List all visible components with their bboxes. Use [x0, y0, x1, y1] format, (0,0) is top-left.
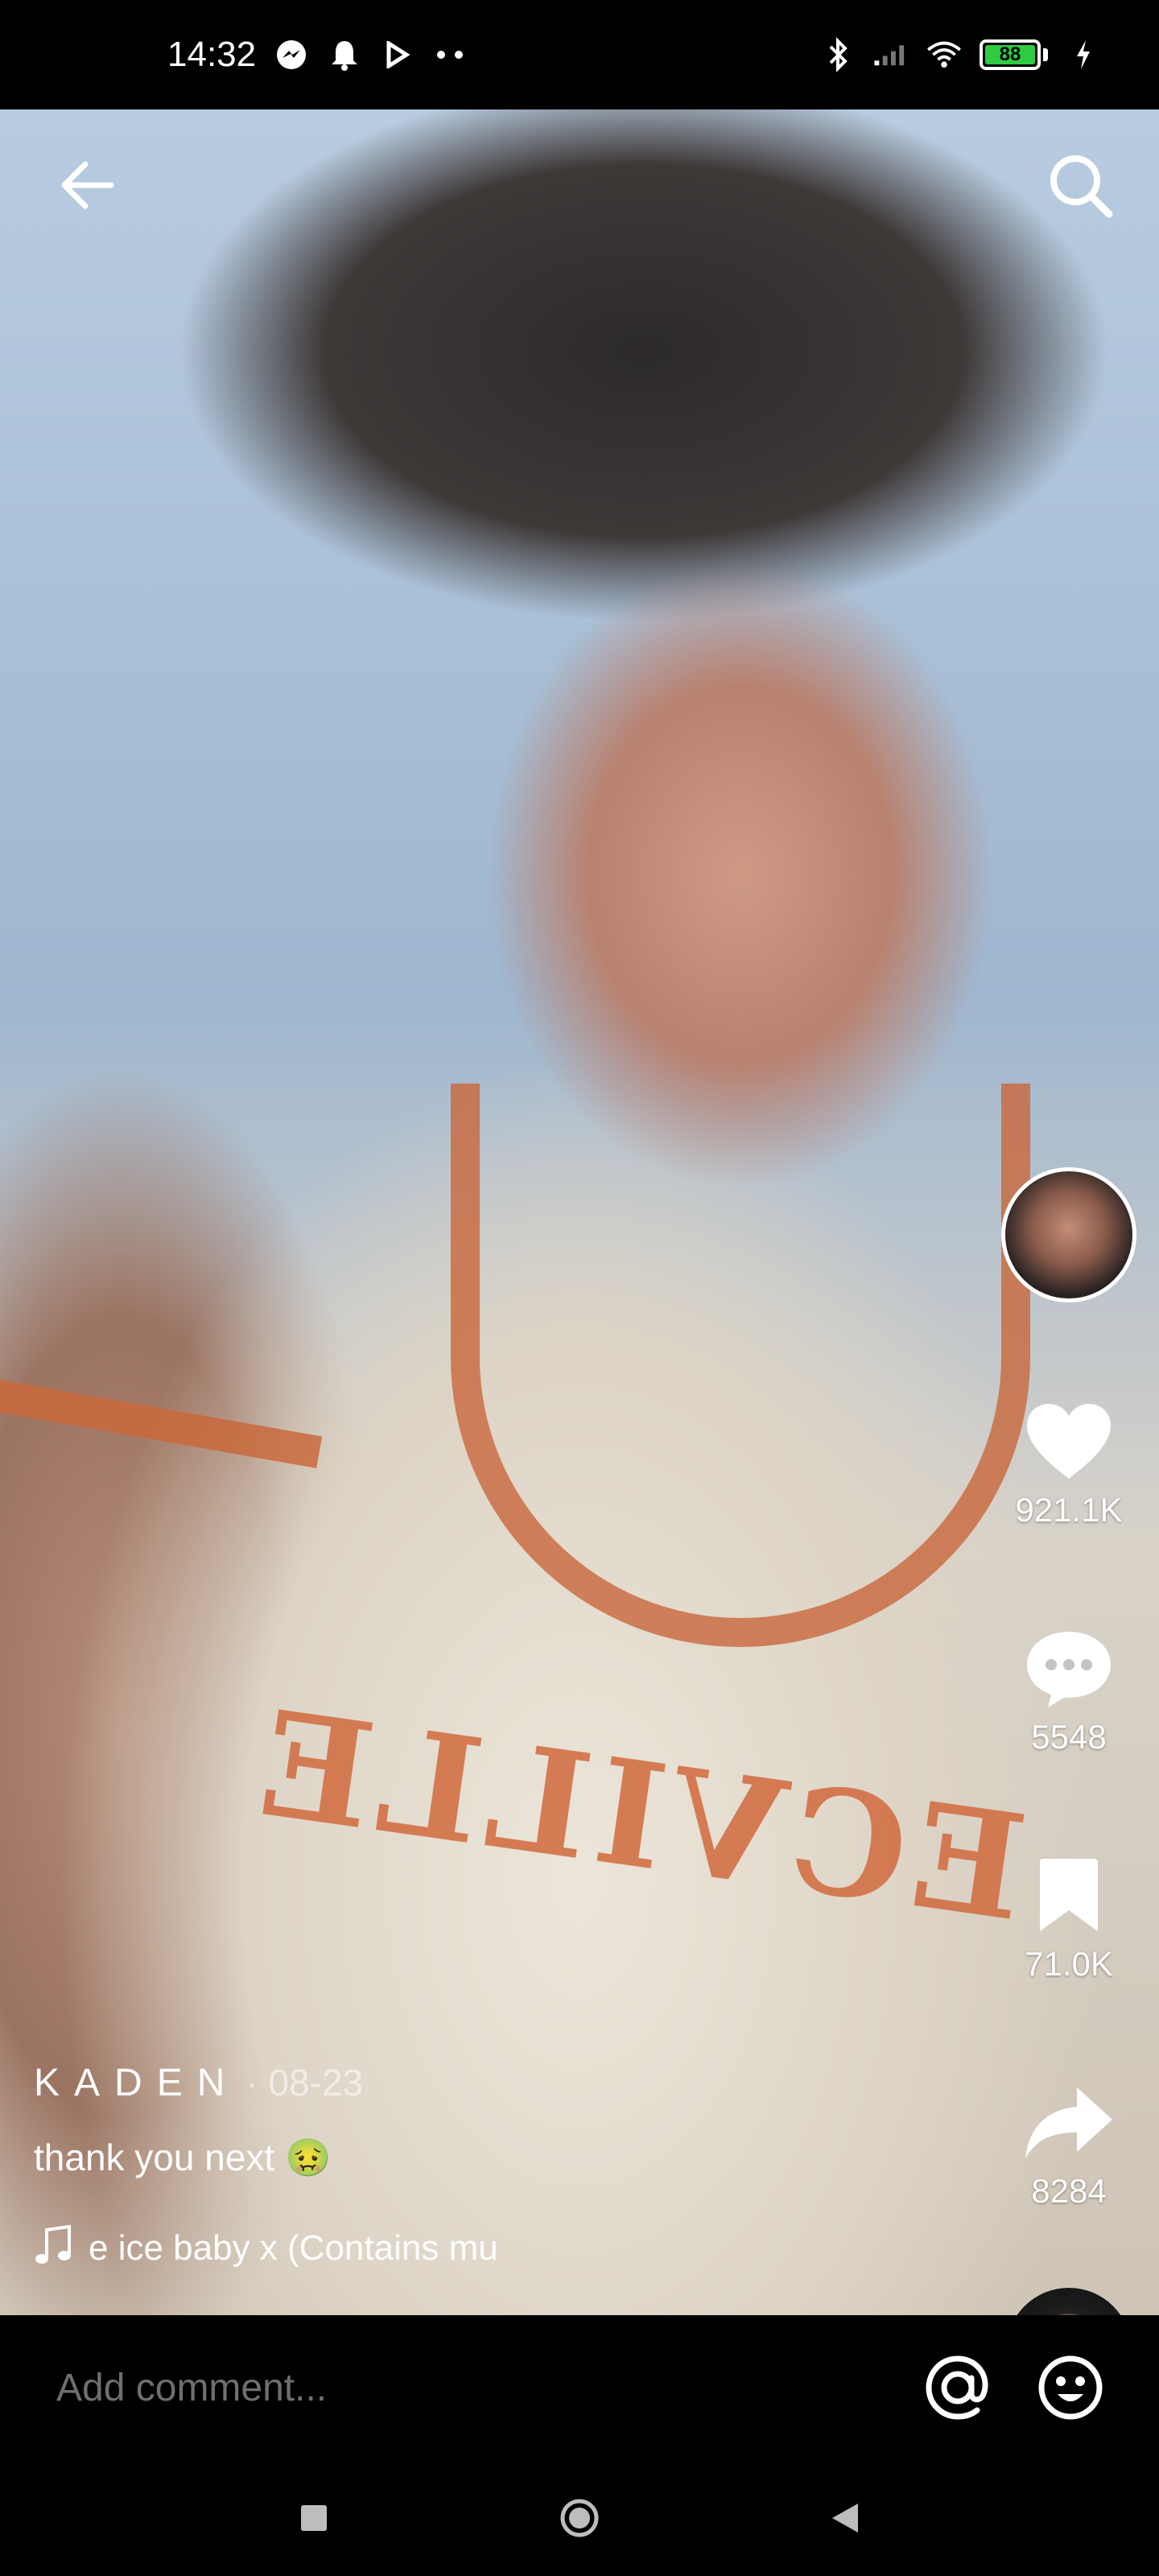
comment-count: 5548	[1031, 1718, 1107, 1756]
charging-icon	[1066, 37, 1101, 72]
bluetooth-icon	[820, 37, 856, 72]
caption-area: KADEN · 08-23 thank you next 🤢 e ice bab…	[34, 2061, 951, 2271]
bell-icon	[327, 37, 362, 72]
signal-icon	[873, 37, 909, 72]
bookmark-icon	[1019, 1852, 1119, 1940]
status-left: 14:32	[167, 35, 468, 75]
recents-button[interactable]	[282, 2486, 346, 2550]
save-count: 71.0K	[1025, 1945, 1113, 1983]
music-title: e ice baby x (Contains mu	[89, 2227, 498, 2268]
share-action[interactable]: 8284	[1019, 2079, 1119, 2211]
wifi-icon	[926, 37, 962, 72]
emoji-button[interactable]	[1033, 2351, 1107, 2425]
messenger-icon	[274, 37, 309, 72]
heart-icon	[1019, 1397, 1119, 1486]
battery-level: 88	[985, 43, 1035, 65]
at-sign-icon	[926, 2355, 988, 2420]
comment-action[interactable]: 5548	[1019, 1624, 1119, 1757]
more-dots-icon	[433, 37, 468, 72]
comment-bar	[0, 2315, 1159, 2460]
play-icon	[380, 37, 415, 72]
shirt-collar	[451, 1084, 1030, 1647]
post-date: · 08-23	[245, 2062, 364, 2103]
battery-icon: 88	[980, 39, 1048, 70]
back-button[interactable]	[47, 145, 127, 225]
like-count: 921.1K	[1015, 1491, 1123, 1529]
home-button[interactable]	[547, 2486, 612, 2550]
music-note-icon	[34, 2224, 72, 2271]
comment-bubble-icon	[1019, 1624, 1119, 1713]
status-time: 14:32	[167, 35, 257, 74]
system-nav-bar	[0, 2460, 1159, 2576]
mention-button[interactable]	[921, 2351, 995, 2425]
music-row[interactable]: e ice baby x (Contains mu	[34, 2224, 951, 2271]
square-icon	[301, 2505, 327, 2531]
smiley-icon	[1038, 2355, 1103, 2420]
search-button[interactable]	[1040, 145, 1120, 225]
share-arrow-icon	[1019, 2079, 1119, 2167]
status-bar: 14:32 88	[0, 0, 1159, 109]
author-name[interactable]: KADEN	[34, 2061, 239, 2105]
share-count: 8284	[1031, 2172, 1107, 2210]
comment-input[interactable]	[56, 2365, 882, 2410]
author-row: KADEN · 08-23	[34, 2061, 951, 2105]
like-action[interactable]: 921.1K	[1015, 1397, 1123, 1530]
video-player[interactable]: ECVILLE	[0, 109, 1159, 2315]
video-caption: thank you next 🤢	[34, 2136, 332, 2178]
search-icon	[1050, 155, 1113, 218]
save-action[interactable]: 71.0K	[1019, 1852, 1119, 1984]
triangle-back-icon	[832, 2504, 858, 2533]
sleeve-band	[0, 1375, 323, 1468]
circle-home-icon	[560, 2499, 599, 2537]
status-right: 88	[820, 37, 1101, 72]
creator-avatar[interactable]	[1001, 1167, 1136, 1302]
arrow-left-icon	[61, 161, 114, 209]
action-rail: 921.1K 5548 71.0K 8284	[998, 1167, 1140, 2413]
back-nav-button[interactable]	[813, 2486, 877, 2550]
